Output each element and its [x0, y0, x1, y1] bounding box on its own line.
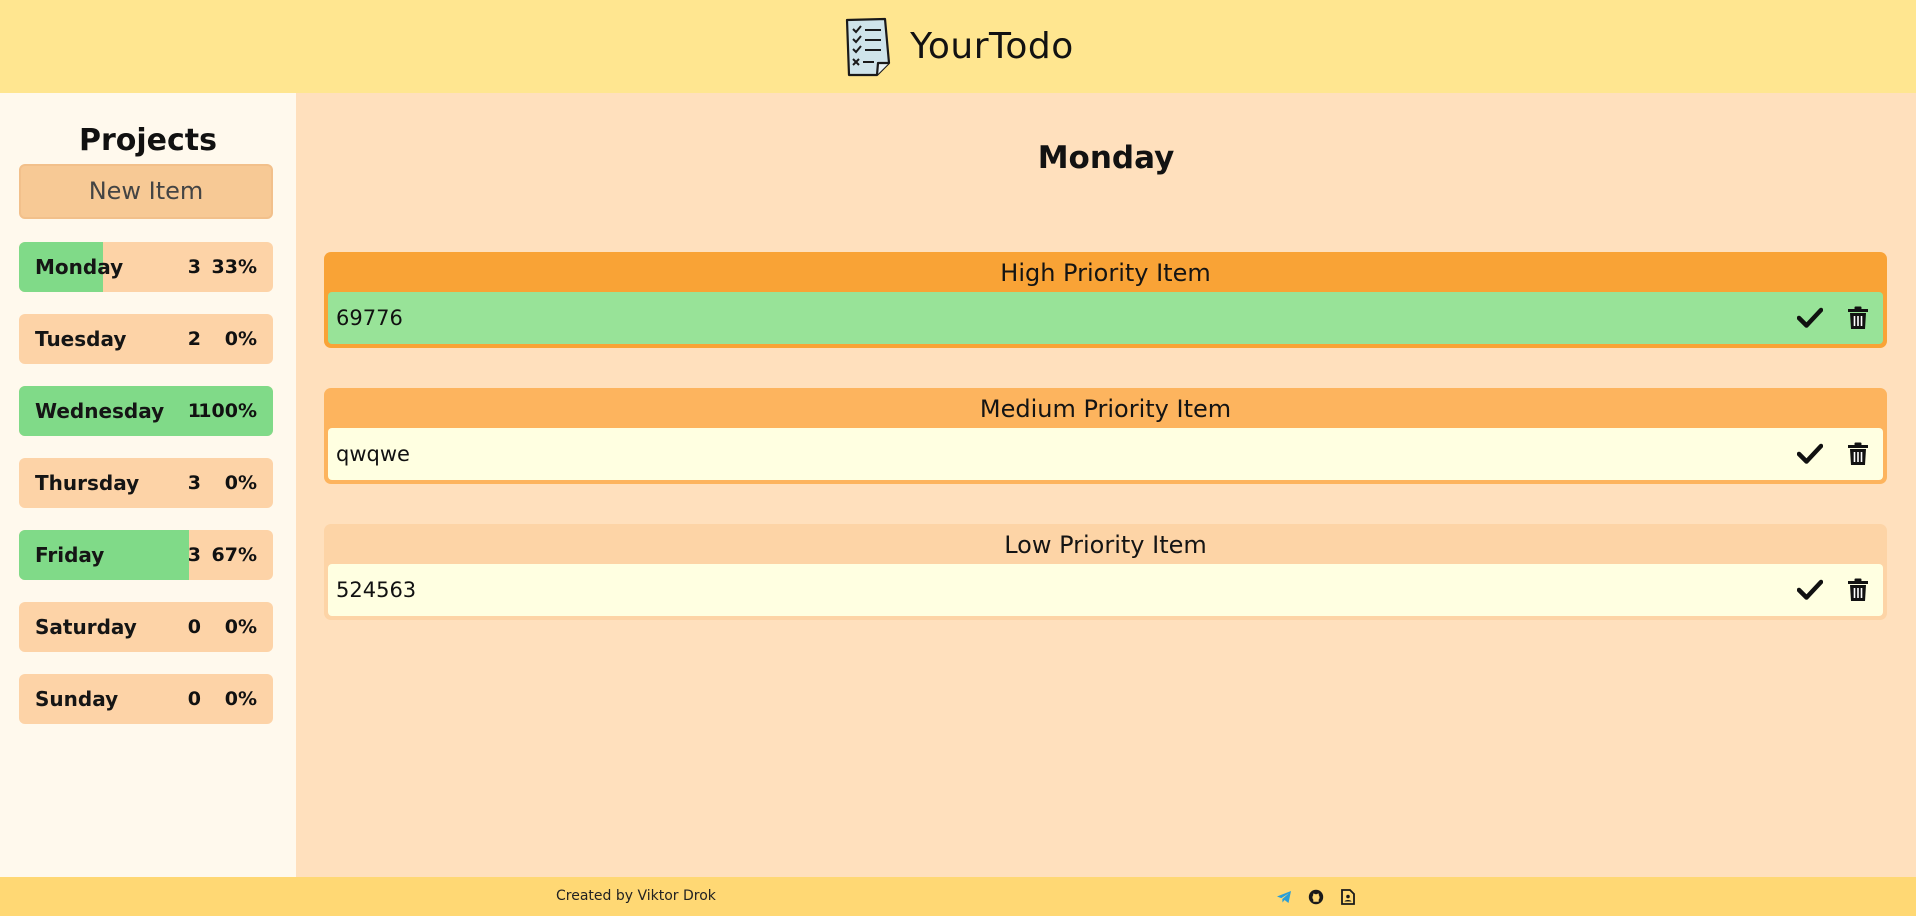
task-count: 3: [187, 544, 201, 566]
task-item[interactable]: qwqwe: [328, 428, 1883, 480]
priority-group: High Priority Item 69776: [324, 252, 1887, 348]
trash-icon[interactable]: [1843, 575, 1873, 605]
sidebar-item-label: Monday: [35, 255, 124, 279]
completion-percent: 0%: [224, 472, 257, 494]
trash-icon[interactable]: [1843, 439, 1873, 469]
sidebar-item-tuesday[interactable]: Tuesday 2 0%: [19, 314, 273, 364]
task-text: qwqwe: [336, 442, 410, 466]
task-actions: [1777, 428, 1873, 480]
checklist-notepad-icon: [846, 17, 891, 76]
completion-percent: 33%: [211, 256, 257, 278]
app-header: YourTodo: [0, 0, 1916, 93]
priority-group-title: Medium Priority Item: [979, 395, 1232, 423]
task-item[interactable]: 524563: [328, 564, 1883, 616]
sidebar-item-label: Wednesday: [35, 399, 165, 423]
page-title: Monday: [1037, 140, 1175, 176]
sidebar-item-label: Thursday: [35, 471, 140, 495]
completion-percent: 67%: [211, 544, 257, 566]
priority-group-title: Low Priority Item: [1004, 531, 1207, 559]
app-title: YourTodo: [910, 26, 1074, 67]
sidebar-item-label: Saturday: [35, 615, 137, 639]
check-icon[interactable]: [1795, 303, 1825, 333]
task-count: 0: [187, 616, 201, 638]
sidebar-item-label: Tuesday: [35, 327, 127, 351]
sidebar-item-wednesday[interactable]: Wednesday 1 100%: [19, 386, 273, 436]
github-icon[interactable]: [1305, 886, 1327, 908]
projects-title: Projects: [78, 123, 217, 158]
resume-icon[interactable]: [1337, 886, 1359, 908]
completion-percent: 0%: [224, 616, 257, 638]
task-text: 524563: [336, 578, 417, 602]
task-actions: [1777, 292, 1873, 344]
sidebar-item-label: Sunday: [35, 687, 119, 711]
sidebar-item-friday[interactable]: Friday 3 67%: [19, 530, 273, 580]
check-icon[interactable]: [1795, 439, 1825, 469]
task-actions: [1777, 564, 1873, 616]
new-item-button[interactable]: New Item: [19, 164, 273, 219]
main-panel: Monday High Priority Item 69776 Medium Pri…: [296, 93, 1916, 877]
completion-percent: 0%: [224, 328, 257, 350]
footer-links: [1273, 886, 1369, 908]
sidebar-item-saturday[interactable]: Saturday 0 0%: [19, 602, 273, 652]
sidebar-item-label: Friday: [35, 543, 105, 567]
task-count: 3: [187, 472, 201, 494]
priority-group: Low Priority Item 524563: [324, 524, 1887, 620]
sidebar-item-monday[interactable]: Monday 3 33%: [19, 242, 273, 292]
priority-group: Medium Priority Item qwqwe: [324, 388, 1887, 484]
day-list: Monday 3 33% Tuesday 2 0% Wednesday 1 100% Thursd…: [19, 242, 277, 724]
completion-percent: 0%: [224, 688, 257, 710]
check-icon[interactable]: [1795, 575, 1825, 605]
projects-sidebar: Projects New Item Monday 3 33% Tuesday 2 0% We…: [0, 93, 296, 877]
task-item[interactable]: 69776: [328, 292, 1883, 344]
task-count: 3: [187, 256, 201, 278]
task-count: 2: [187, 328, 201, 350]
task-text: 69776: [336, 306, 403, 330]
task-count: 0: [187, 688, 201, 710]
sidebar-item-thursday[interactable]: Thursday 3 0%: [19, 458, 273, 508]
trash-icon[interactable]: [1843, 303, 1873, 333]
footer-credit: Created by Viktor Drok: [556, 888, 716, 904]
footer: Created by Viktor Drok: [0, 877, 1916, 916]
sidebar-item-sunday[interactable]: Sunday 0 0%: [19, 674, 273, 724]
completion-percent: 100%: [198, 400, 257, 422]
telegram-icon[interactable]: [1273, 886, 1295, 908]
priority-group-title: High Priority Item: [1000, 259, 1211, 287]
